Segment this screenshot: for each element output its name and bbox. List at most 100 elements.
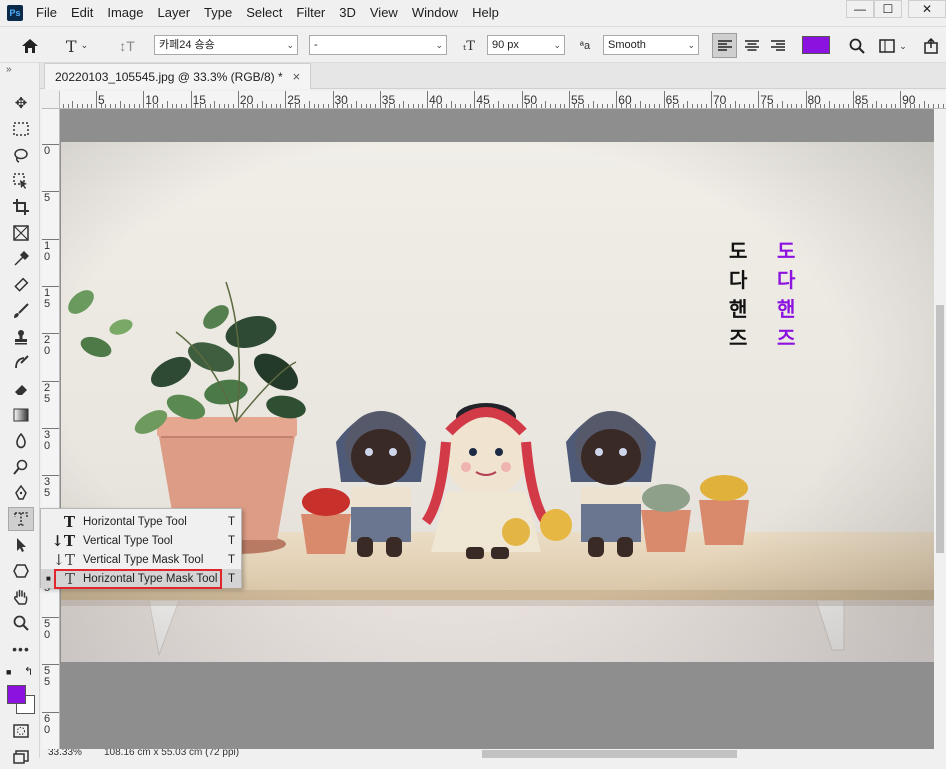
lasso-tool-icon[interactable] [8,143,34,167]
horizontal-ruler[interactable]: 5 10 15 20 25 30 35 40 45 50 55 60 65 70 75 80 85 90 [60,91,946,109]
foreground-color-swatch[interactable] [7,685,26,704]
ruler-tick [578,104,580,108]
align-left-icon[interactable] [712,33,737,58]
font-size-select[interactable]: 90 px ⌄ [487,35,565,55]
horizontal-type-mask-tool-item[interactable]: ■ T Horizontal Type Mask Tool T [41,569,241,589]
text-color-swatch[interactable] [802,36,830,54]
ruler-tick [398,104,400,108]
marquee-tool-icon[interactable] [8,117,34,141]
menu-select[interactable]: Select [239,0,289,26]
ruler-tick [535,104,537,108]
default-colors-icon[interactable]: ■ [6,667,11,677]
ruler-tick [403,101,405,108]
ruler-tick [162,104,164,108]
zoom-tool-icon[interactable] [8,611,34,635]
hand-tool-icon[interactable] [8,585,34,609]
menu-view[interactable]: View [363,0,405,26]
horizontal-scrollbar-thumb[interactable] [482,750,737,758]
maximize-button[interactable]: ☐ [874,0,902,18]
menu-image[interactable]: Image [100,0,150,26]
menu-edit[interactable]: Edit [64,0,100,26]
ruler-tick [876,101,878,108]
more-tools-icon[interactable]: ••• [8,637,34,661]
eraser-tool-icon[interactable] [8,377,34,401]
path-selection-tool-icon[interactable] [8,533,34,557]
dodge-tool-icon[interactable] [8,455,34,479]
shape-tool-icon[interactable] [8,559,34,583]
options-bar: T ⌄ ↕T 카페24 숑숑 ⌄ - ⌄ ₜT 90 px ⌄ ªa Smooth ⌄ ⌄ [0,26,946,63]
ruler-tick [72,101,74,108]
object-selection-tool-icon[interactable] [8,169,34,193]
type-tool-icon[interactable] [8,507,34,531]
blur-tool-icon[interactable] [8,429,34,453]
document-tab[interactable]: 20220103_105545.jpg @ 33.3% (RGB/8) * × [44,63,312,89]
vertical-scrollbar[interactable] [934,109,946,749]
vertical-type-tool-item[interactable]: ↓T Vertical Type Tool T [41,531,241,550]
ruler-tick [450,101,452,108]
brush-tool-icon[interactable] [8,299,34,323]
ruler-tick [758,91,760,108]
menu-layer[interactable]: Layer [151,0,198,26]
search-icon[interactable] [846,35,868,57]
move-tool-icon[interactable]: ✥ [8,91,34,115]
korean-text-layer-black[interactable]: 도 다 핸 즈 [729,237,747,353]
menu-3d[interactable]: 3D [332,0,363,26]
vertical-ruler[interactable]: 051015202530354045505560 [42,109,60,749]
scrollbar-thumb[interactable] [936,305,944,553]
ruler-tick [299,104,301,108]
quick-mask-icon[interactable] [8,719,34,743]
ruler-tick [569,91,570,108]
align-right-icon[interactable] [765,33,790,58]
frame-tool-icon[interactable] [8,221,34,245]
menu-type[interactable]: Type [197,0,239,26]
healing-brush-tool-icon[interactable] [8,273,34,297]
close-tab-icon[interactable]: × [293,69,301,84]
ruler-origin[interactable] [42,91,60,109]
antialias-select[interactable]: Smooth ⌄ [603,35,699,55]
pen-tool-icon[interactable] [8,481,34,505]
menu-file[interactable]: File [29,0,64,26]
menu-help[interactable]: Help [465,0,506,26]
photoshop-logo: Ps [7,5,23,21]
ruler-tick [313,104,315,108]
swap-colors-icon[interactable]: ↰ [24,665,33,678]
ruler-tick [129,104,131,108]
history-brush-tool-icon[interactable] [8,351,34,375]
ruler-v-digit: 0 [44,439,51,452]
minimize-button[interactable]: — [846,0,874,18]
ruler-tick [266,104,268,108]
font-style-select[interactable]: - ⌄ [309,35,447,55]
menu-filter[interactable]: Filter [289,0,332,26]
ruler-tick [389,104,391,108]
ruler-tick [86,104,88,108]
home-icon[interactable] [18,35,42,57]
menu-item-label: Vertical Type Mask Tool [83,553,204,566]
align-center-icon[interactable] [739,33,764,58]
crop-tool-icon[interactable] [8,195,34,219]
type-tool-preset-icon[interactable]: T ⌄ [60,35,94,57]
clone-stamp-tool-icon[interactable] [8,325,34,349]
ruler-tick [833,104,835,108]
screen-mode-icon[interactable] [8,745,34,769]
zoom-level[interactable]: 33.33% [48,749,82,758]
gradient-tool-icon[interactable] [8,403,34,427]
horizontal-type-icon: T [63,512,75,531]
ruler-tick [744,104,745,108]
eyedropper-tool-icon[interactable] [8,247,34,271]
menu-window[interactable]: Window [405,0,465,26]
menu-item-label: Horizontal Type Tool [83,515,187,528]
ruler-tick [247,104,249,108]
ruler-tick [885,104,887,108]
font-family-select[interactable]: 카페24 숑숑 ⌄ [154,35,298,55]
toggle-orientation-icon[interactable]: ↕T [116,35,138,57]
share-icon[interactable] [920,35,942,57]
korean-text-layer-purple[interactable]: 도 다 핸 즈 [777,237,795,353]
collapse-panel-icon[interactable]: » [6,64,12,75]
workspace-icon[interactable]: ⌄ [876,35,910,57]
document-canvas[interactable]: 도 다 핸 즈 도 다 핸 즈 [60,109,934,749]
ruler-tick [493,104,495,108]
horizontal-type-tool-item[interactable]: T Horizontal Type Tool T [41,512,241,531]
close-window-button[interactable]: ✕ [908,0,946,18]
ruler-tick [176,104,178,108]
vertical-type-mask-tool-item[interactable]: ↓T Vertical Type Mask Tool T [41,550,241,569]
